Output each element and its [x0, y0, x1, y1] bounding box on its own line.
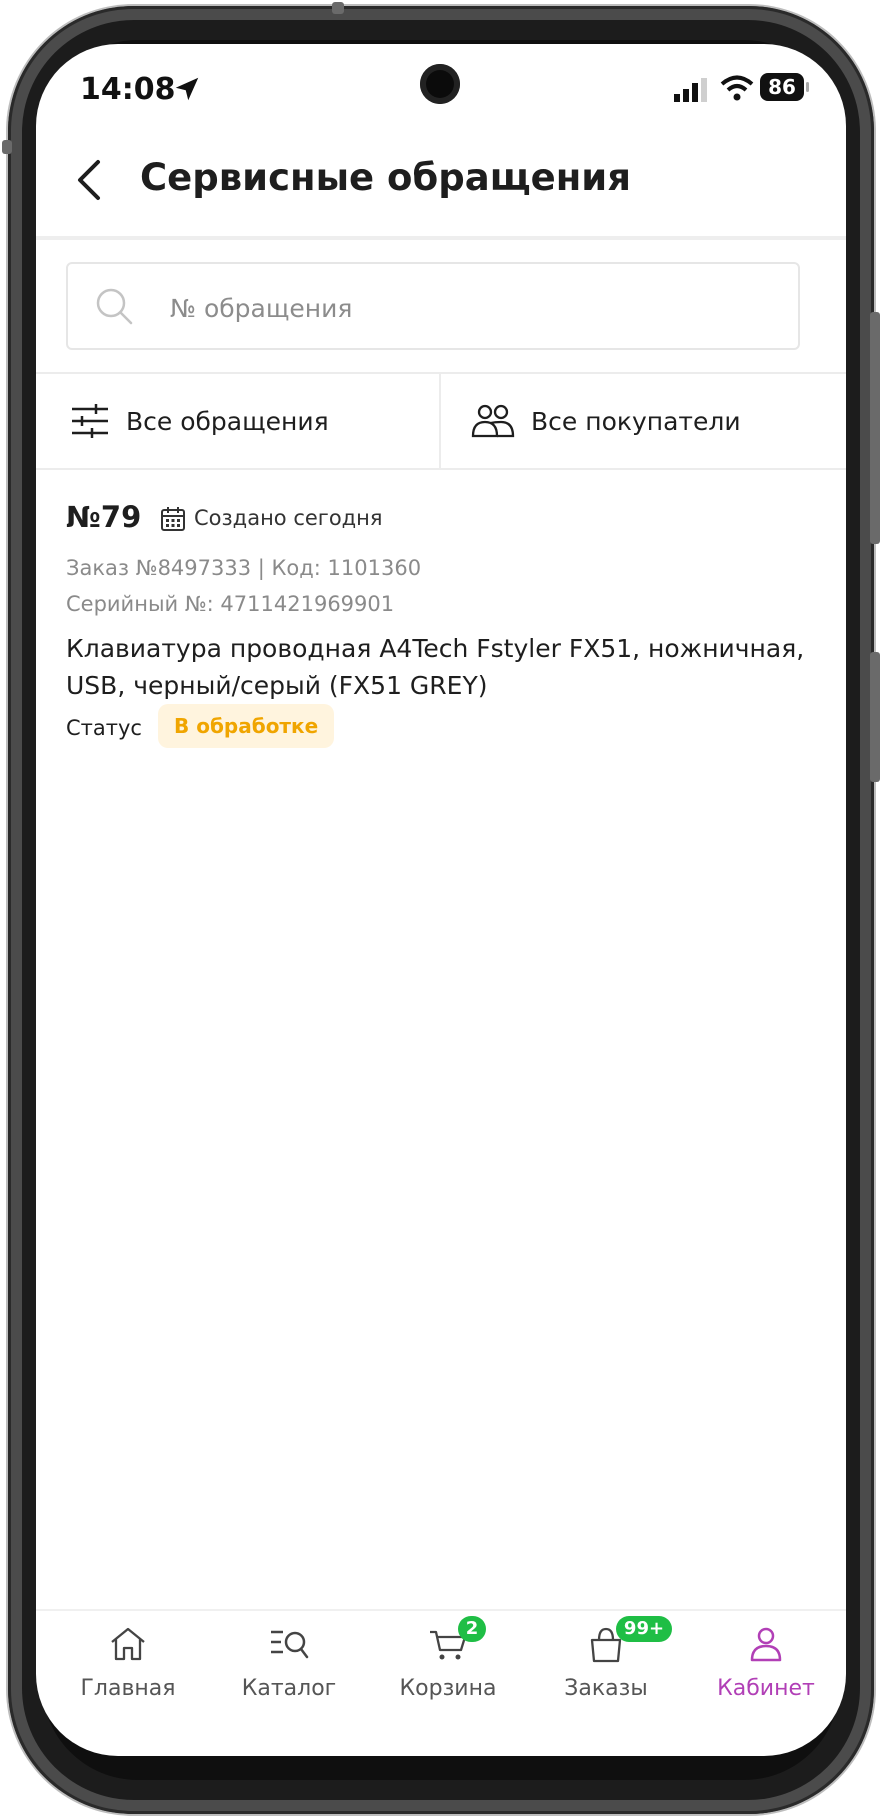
nav-cart[interactable]: 2 Корзина [378, 1616, 518, 1738]
catalog-search-icon [271, 1630, 309, 1659]
request-number: №79 [66, 500, 142, 534]
request-order-info: Заказ №8497333 | Код: 1101360 [66, 556, 422, 580]
cart-badge: 2 [458, 1616, 486, 1642]
nav-cart-label: Корзина [399, 1676, 497, 1701]
nav-catalog[interactable]: Каталог [219, 1618, 359, 1738]
search-box[interactable] [66, 262, 800, 350]
battery-indicator: 86 [760, 73, 804, 101]
battery-tip [806, 82, 809, 92]
home-icon [111, 1627, 145, 1661]
app-screen: 14:08 86 Сервисные обращения № обращения… [36, 44, 846, 1756]
nav-orders-label: Заказы [564, 1676, 648, 1701]
side-button-top [332, 2, 344, 14]
request-created-date: Создано сегодня [194, 506, 383, 530]
request-serial-number: Серийный №: 4711421969901 [66, 592, 395, 616]
filter-all-requests-button[interactable]: Все обращения [36, 374, 439, 468]
nav-home[interactable]: Главная [58, 1618, 198, 1738]
profile-icon [750, 1627, 782, 1662]
side-button-right [870, 652, 880, 782]
nav-home-label: Главная [80, 1676, 176, 1701]
nav-catalog-label: Каталог [241, 1676, 337, 1701]
volume-button-left [2, 140, 12, 154]
back-arrow-icon[interactable] [72, 156, 108, 204]
request-status-label: Статус [66, 716, 142, 740]
front-camera [420, 64, 460, 104]
signal-icon [674, 78, 707, 102]
status-badge: В обработке [158, 704, 335, 748]
calendar-icon [161, 507, 185, 531]
filter-sliders-icon [72, 404, 108, 438]
location-arrow-icon [175, 77, 199, 101]
status-time: 14:08 [80, 72, 176, 107]
search-input[interactable] [168, 282, 772, 334]
wifi-icon [720, 75, 754, 101]
nav-profile-label: Кабинет [717, 1676, 815, 1701]
nav-orders[interactable]: 99+ Заказы [536, 1616, 676, 1738]
filter-all-buyers-label: Все покупатели [531, 406, 741, 436]
users-icon [471, 404, 515, 438]
bottom-nav-divider [36, 1609, 846, 1611]
service-request-card[interactable]: №79 Создано сегодня Заказ №8497333 | Код… [36, 470, 846, 748]
power-button [870, 312, 880, 544]
filter-all-buyers-button[interactable]: Все покупатели [441, 374, 846, 468]
page-title: Сервисные обращения [140, 156, 631, 199]
header-divider [36, 236, 846, 240]
orders-badge: 99+ [616, 1616, 672, 1642]
filter-all-requests-label: Все обращения [126, 406, 329, 436]
search-icon [96, 288, 133, 325]
nav-profile[interactable]: Кабинет [696, 1618, 836, 1738]
request-product-name: Клавиатура проводная A4Tech Fstyler FX51… [66, 634, 805, 700]
